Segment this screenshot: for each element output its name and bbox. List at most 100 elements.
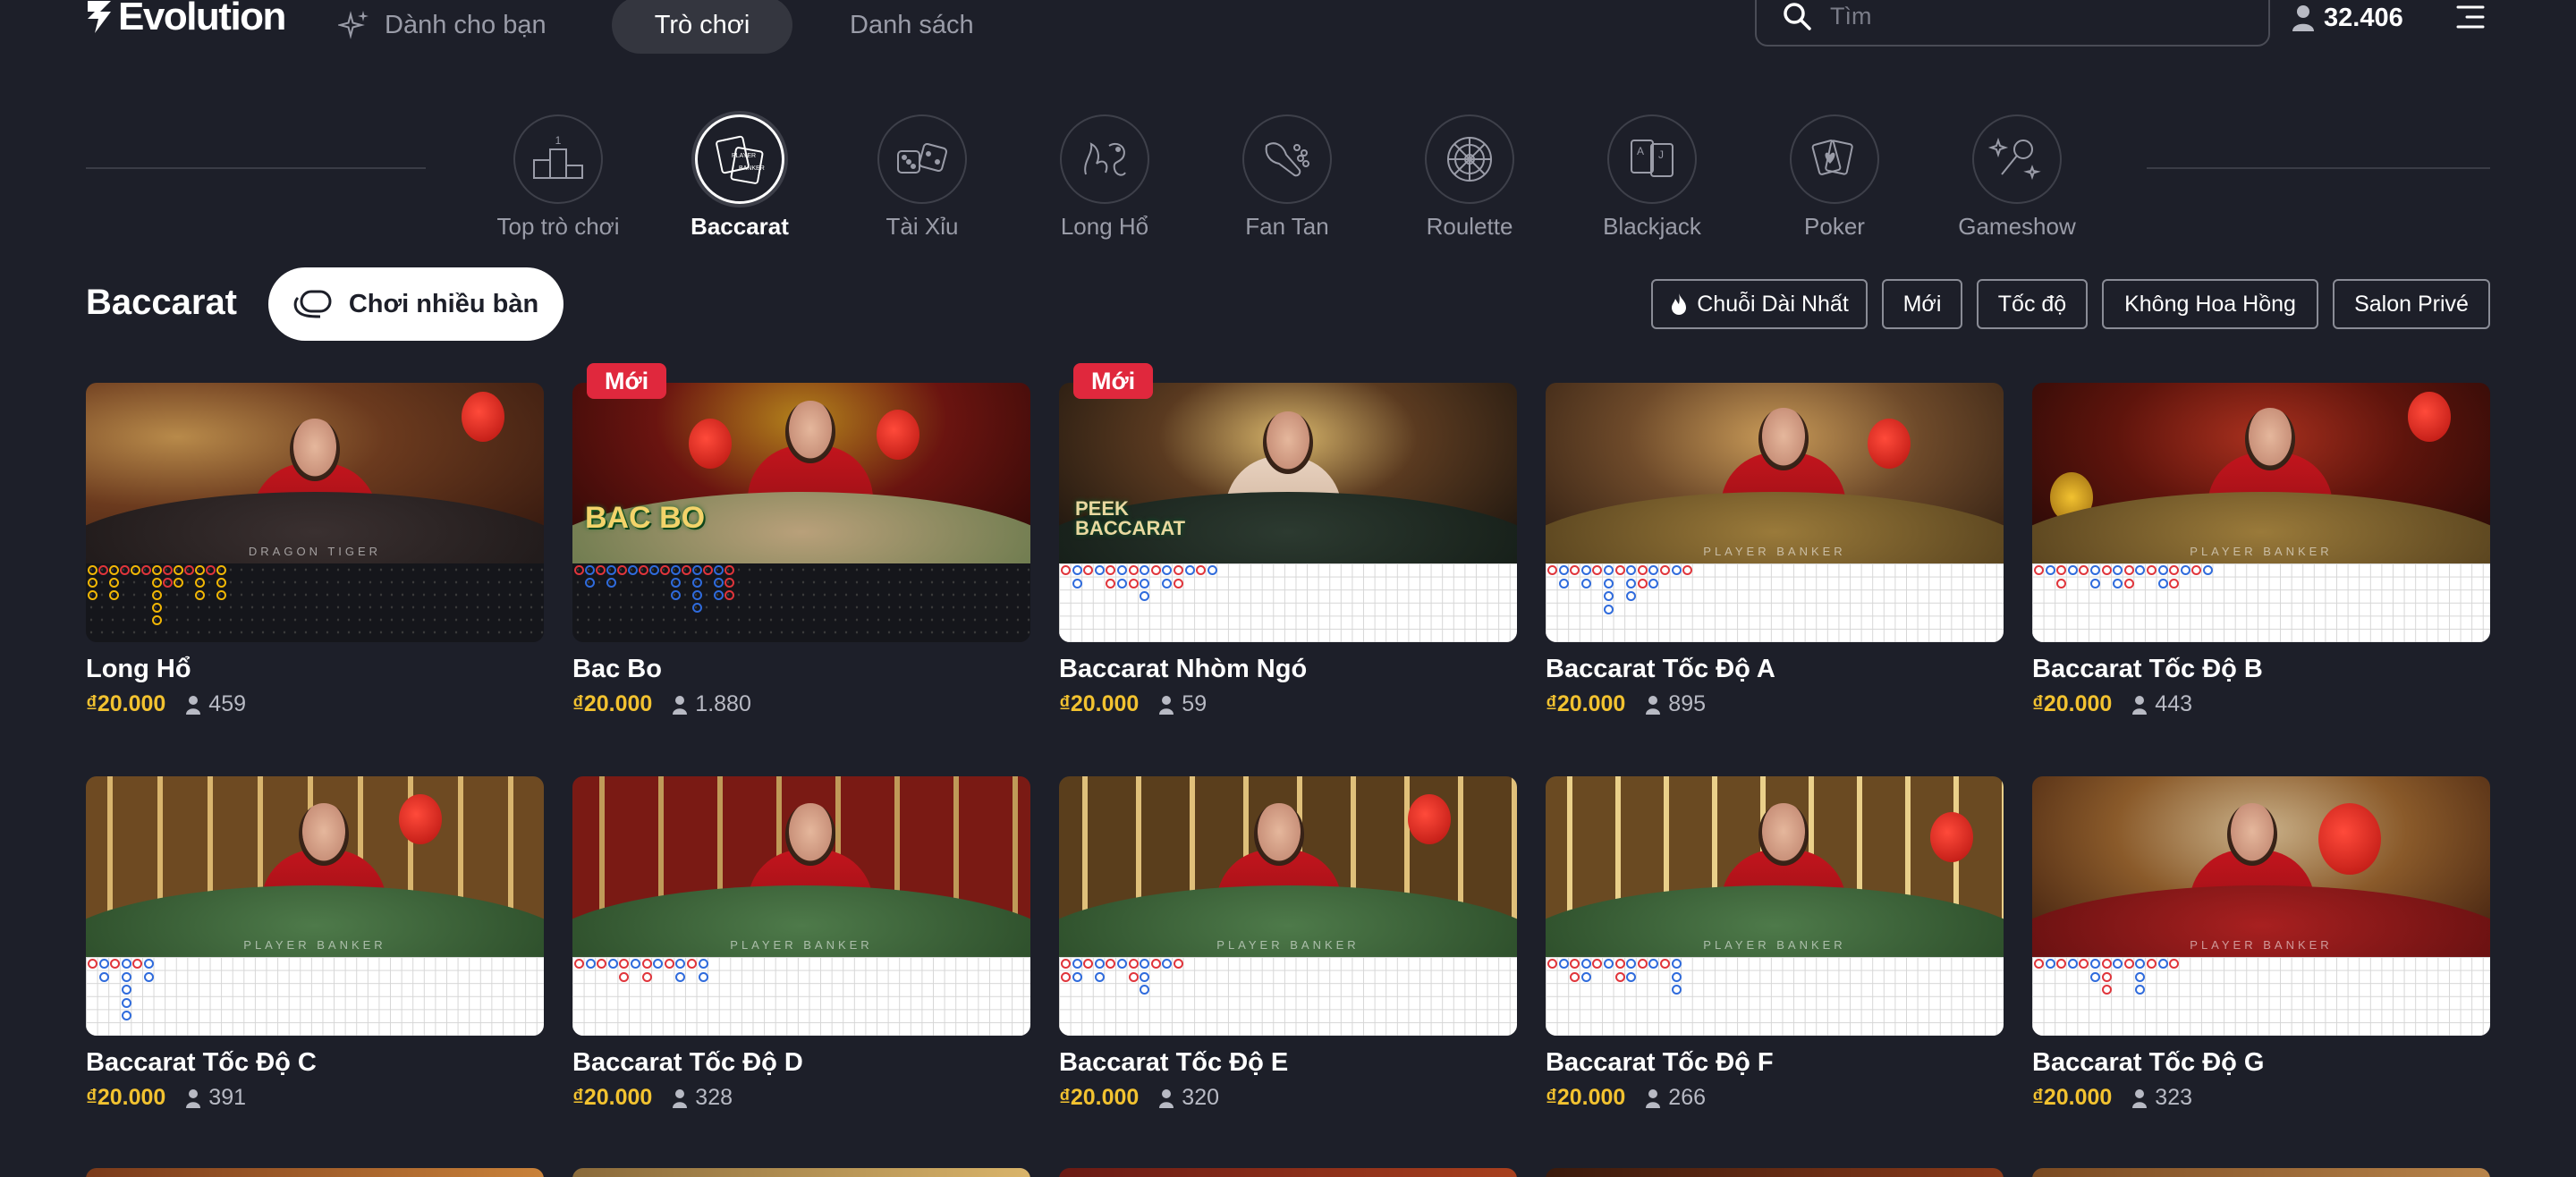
roadmap-bead	[574, 565, 584, 575]
category-tai-xiu[interactable]: Tài Xỉu	[846, 114, 998, 241]
sparkle-icon	[338, 11, 369, 39]
player-count-value: 1.880	[695, 691, 751, 716]
game-thumbnail[interactable]: DRAGON TIGER	[86, 383, 544, 642]
category-blackjack[interactable]: A J Blackjack	[1576, 114, 1728, 241]
roadmap-bead-plate	[572, 957, 1030, 1036]
filter-longest-streak[interactable]: Chuỗi Dài Nhất	[1651, 279, 1868, 329]
roadmap-bead	[1580, 578, 1591, 588]
multi-play-button[interactable]: Chơi nhiều bàn	[268, 267, 564, 341]
category-fan-tan[interactable]: Fan Tan	[1211, 114, 1363, 241]
category-long-ho[interactable]: Long Hổ	[1029, 114, 1181, 241]
evolution-logo[interactable]: Evolution	[86, 0, 286, 39]
roadmap-bead	[675, 959, 686, 969]
game-tile-long-ho[interactable]: DRAGON TIGER Long Hổ ₫20.000 459	[86, 383, 544, 717]
category-top-games[interactable]: 1 Top trò chơi	[482, 114, 634, 241]
nav-games-tab[interactable]: Trò chơi	[612, 0, 792, 54]
multi-play-label: Chơi nhiều bàn	[348, 289, 539, 318]
game-tile-partial[interactable]	[86, 1168, 544, 1177]
roadmap-bead	[121, 997, 131, 1008]
filter-label: Mới	[1902, 291, 1942, 317]
category-gameshow[interactable]: Gameshow	[1941, 114, 2093, 241]
roadmap-bead	[1106, 959, 1116, 969]
roadmap-bead	[2147, 959, 2157, 969]
filter-no-commission[interactable]: Không Hoa Hồng	[2102, 279, 2318, 329]
roadmap-bead	[671, 590, 681, 600]
roadmap-bead	[698, 959, 708, 969]
microphone-icon	[1972, 114, 2062, 204]
roadmap-bead	[216, 578, 226, 588]
player-count: 266	[1645, 1085, 1706, 1111]
nav-lists[interactable]: Danh sách	[850, 0, 974, 54]
filter-salon-prive[interactable]: Salon Privé	[2333, 279, 2490, 329]
roadmap-bead	[1604, 604, 1614, 614]
roadmap-bead	[2090, 578, 2100, 588]
roadmap-bead	[2203, 565, 2213, 575]
game-thumbnail[interactable]: PLAYER BANKER	[572, 776, 1030, 1036]
roadmap-bead	[1637, 565, 1648, 575]
brand-name: Evolution	[118, 0, 286, 38]
game-tile-speed-baccarat-a[interactable]: PLAYER BANKER Baccarat Tốc Độ A ₫20.000 …	[1546, 383, 2004, 717]
game-thumbnail[interactable]: PLAYER BANKER	[2032, 776, 2490, 1036]
roadmap-bead	[1150, 565, 1161, 575]
roadmap-bead	[2101, 985, 2112, 995]
game-tile-speed-baccarat-b[interactable]: PLAYER BANKER Baccarat Tốc Độ B ₫20.000 …	[2032, 383, 2490, 717]
filter-label: Không Hoa Hồng	[2124, 291, 2296, 317]
blackjack-cards-icon: A J	[1607, 114, 1697, 204]
roadmap-bead	[1106, 565, 1116, 575]
roadmap-bead	[1128, 578, 1139, 588]
category-label: Tài Xỉu	[886, 213, 959, 240]
roadmap-bead	[660, 565, 670, 575]
game-tile-speed-baccarat-c[interactable]: PLAYER BANKER Baccarat Tốc Độ C ₫20.000 …	[86, 776, 544, 1111]
game-meta: ₫20.000 459	[86, 691, 544, 717]
user-icon	[1646, 1088, 1661, 1108]
roadmap-bead	[671, 565, 681, 575]
player-count-value: 443	[2155, 691, 2193, 716]
filter-speed[interactable]: Tốc độ	[1977, 279, 2088, 329]
roadmap-bead	[1558, 565, 1569, 575]
filter-label: Chuỗi Dài Nhất	[1697, 291, 1849, 317]
category-baccarat[interactable]: PLAYER BANKER Baccarat	[664, 114, 816, 241]
user-icon	[2292, 5, 2314, 31]
nav-for-you[interactable]: Dành cho bạn	[338, 0, 547, 54]
game-tile-speed-baccarat-d[interactable]: PLAYER BANKER Baccarat Tốc Độ D ₫20.000 …	[572, 776, 1030, 1111]
game-thumbnail[interactable]: PLAYER BANKER	[1546, 383, 2004, 642]
game-meta: ₫20.000 323	[2032, 1085, 2490, 1111]
search-input[interactable]	[1830, 2, 2206, 30]
game-tile-speed-baccarat-e[interactable]: PLAYER BANKER Baccarat Tốc Độ E ₫20.000 …	[1059, 776, 1517, 1111]
game-thumbnail[interactable]: PLAYER BANKER	[1059, 776, 1517, 1036]
game-tile-bac-bo[interactable]: Mới BAC BO Bac Bo ₫20.000 1.880	[572, 363, 1030, 717]
game-tile-speed-baccarat-g[interactable]: PLAYER BANKER Baccarat Tốc Độ G ₫20.000 …	[2032, 776, 2490, 1111]
roadmap-bead	[2113, 959, 2123, 969]
game-thumbnail[interactable]: PLAYER BANKER	[86, 776, 544, 1036]
roadmap-bead	[1162, 959, 1173, 969]
roadmap-bead	[88, 565, 97, 575]
game-tile-baccarat-peek[interactable]: Mới PEEK BACCARAT Baccarat Nhòm Ngó ₫20.…	[1059, 363, 1517, 717]
game-thumbnail[interactable]: BAC BO	[572, 383, 1030, 642]
roadmap-bead	[1072, 959, 1082, 969]
roadmap-bead	[2079, 565, 2089, 575]
game-thumbnail[interactable]: PLAYER BANKER	[1546, 776, 2004, 1036]
game-tile-speed-baccarat-f[interactable]: PLAYER BANKER Baccarat Tốc Độ F ₫20.000 …	[1546, 776, 2004, 1111]
category-roulette[interactable]: Roulette	[1394, 114, 1546, 241]
hamburger-menu-icon[interactable]	[2454, 2, 2487, 34]
game-thumbnail[interactable]: PLAYER BANKER	[2032, 383, 2490, 642]
roadmap-bead	[1671, 971, 1682, 982]
roadmap-bead	[1671, 959, 1682, 969]
game-tile-partial[interactable]	[1546, 1168, 2004, 1177]
game-tile-partial[interactable]	[1059, 1168, 1517, 1177]
roadmap-bead	[2135, 565, 2146, 575]
roadmap-bead	[1637, 959, 1648, 969]
filter-new[interactable]: Mới	[1882, 279, 1962, 329]
roadmap-bead	[585, 565, 595, 575]
category-poker[interactable]: Poker	[1758, 114, 1911, 241]
roadmap-bead	[141, 565, 151, 575]
roadmap-bead	[724, 578, 734, 588]
game-tile-partial[interactable]	[2032, 1168, 2490, 1177]
roadmap-bead	[2135, 959, 2146, 969]
roadmap-bead	[2147, 565, 2157, 575]
bac-bo-logo: BAC BO	[585, 501, 706, 535]
game-tile-partial[interactable]	[572, 1168, 1030, 1177]
search-box[interactable]	[1755, 0, 2270, 47]
dealer-video-preview: PEEK BACCARAT	[1059, 383, 1517, 626]
game-thumbnail[interactable]: PEEK BACCARAT	[1059, 383, 1517, 642]
